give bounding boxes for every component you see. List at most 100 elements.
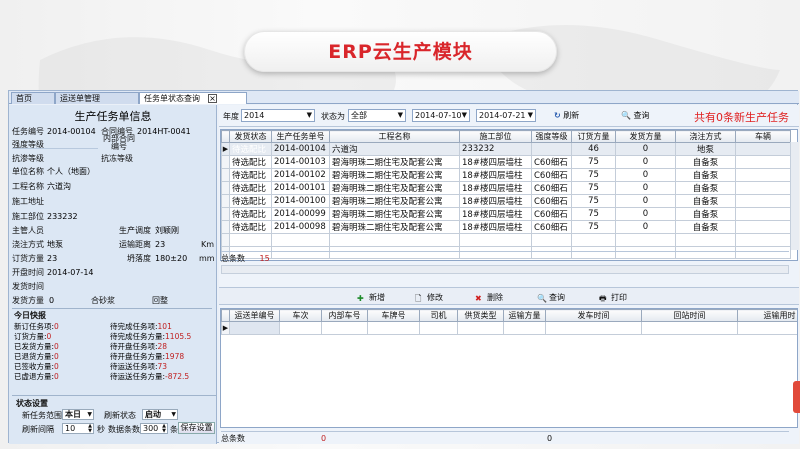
table-cell[interactable]: 2014-00099 (271, 207, 330, 221)
tab-home[interactable]: 首页 (11, 92, 55, 104)
column-header[interactable]: 发货方量 (615, 130, 676, 143)
table-cell[interactable]: 待选配比 (229, 155, 272, 169)
table-cell[interactable]: 75 (571, 181, 616, 195)
edit-button[interactable]: 🗋 修改 (415, 292, 443, 303)
spinner-arrows-icon[interactable]: ▲ ▼ (88, 424, 92, 434)
table-cell[interactable]: 待选配比 (229, 168, 272, 182)
table-cell[interactable] (545, 321, 642, 335)
table-cell[interactable] (271, 233, 330, 247)
table-cell[interactable]: 碧海明珠二期住宅及配套公寓 (329, 207, 460, 221)
table-cell[interactable] (457, 321, 504, 335)
table-cell[interactable]: 18#楼四层墙柱 (459, 194, 532, 208)
table-cell[interactable]: 46 (571, 142, 616, 156)
status-select[interactable]: 全部 ▼ (348, 109, 406, 122)
column-header[interactable]: 回站时间 (641, 309, 738, 322)
table-row[interactable]: 待选配比 2014-00098 碧海明珠二期住宅及配套公寓 18#楼四层墙柱 C60细石… (221, 220, 791, 234)
table-cell[interactable]: C60细石 (531, 181, 572, 195)
task-table-vertical-scrollbar[interactable] (790, 142, 799, 250)
table-cell[interactable]: 0 (615, 181, 676, 195)
table-cell[interactable] (641, 321, 738, 335)
table-cell[interactable]: 自备泵 (675, 181, 736, 195)
column-header[interactable]: 强度等级 (531, 130, 572, 143)
print-button[interactable]: 🖶 打印 (599, 292, 627, 303)
task-table-horizontal-scrollbar[interactable] (221, 265, 789, 274)
table-cell[interactable]: 2014-00104 (271, 142, 330, 156)
table-cell[interactable]: 自备泵 (675, 207, 736, 221)
table-cell[interactable] (419, 321, 458, 335)
table-cell[interactable] (531, 233, 572, 247)
range-select[interactable]: 本日 ▼ (62, 409, 94, 420)
column-header[interactable]: 发货状态 (229, 130, 272, 143)
table-cell[interactable]: 0 (615, 142, 676, 156)
table-cell[interactable] (735, 142, 791, 156)
count-spinner[interactable]: 300 ▲ ▼ (140, 423, 168, 434)
shipment-query-button[interactable]: 🔍 查询 (537, 292, 565, 303)
table-cell[interactable]: 待选配比 (229, 194, 272, 208)
table-cell[interactable]: 75 (571, 207, 616, 221)
table-cell[interactable]: 0 (615, 220, 676, 234)
table-row[interactable]: 待选配比 2014-00101 碧海明珠二期住宅及配套公寓 18#楼四层墙柱 C60细石… (221, 181, 791, 195)
table-cell[interactable]: C60细石 (531, 194, 572, 208)
column-header[interactable]: 车牌号 (367, 309, 420, 322)
column-header[interactable]: 供货类型 (457, 309, 504, 322)
table-row[interactable]: 待选配比 2014-00099 碧海明珠二期住宅及配套公寓 18#楼四层墙柱 C60细石… (221, 207, 791, 221)
table-cell[interactable]: C60细石 (531, 207, 572, 221)
column-header[interactable]: 施工部位 (459, 130, 532, 143)
column-header[interactable]: 车辆 (735, 130, 791, 143)
table-cell[interactable]: 18#楼四层墙柱 (459, 168, 532, 182)
table-cell[interactable] (615, 233, 676, 247)
table-cell[interactable] (737, 321, 797, 335)
table-cell[interactable]: 233232 (459, 142, 532, 156)
table-row[interactable]: 待选配比 2014-00103 碧海明珠二期住宅及配套公寓 18#楼四层墙柱 C60细石… (221, 155, 791, 169)
table-cell[interactable]: 75 (571, 168, 616, 182)
column-header[interactable]: 运送单编号 (229, 309, 280, 322)
table-cell[interactable] (459, 233, 532, 247)
table-cell[interactable]: 待选配比 (229, 181, 272, 195)
add-button[interactable]: ✚ 新增 (357, 292, 385, 303)
table-cell[interactable]: 碧海明珠二期住宅及配套公寓 (329, 220, 460, 234)
column-header[interactable]: 内部车号 (321, 309, 368, 322)
table-cell[interactable]: 2014-00098 (271, 220, 330, 234)
table-cell[interactable]: 18#楼四层墙柱 (459, 220, 532, 234)
table-cell[interactable]: 地泵 (675, 142, 736, 156)
table-cell[interactable]: 碧海明珠二期住宅及配套公寓 (329, 168, 460, 182)
save-settings-button[interactable]: 保存设置 (178, 422, 215, 434)
date-from-picker[interactable]: 2014-07-10 ▼ (412, 109, 470, 122)
column-header[interactable]: 工程名称 (329, 130, 460, 143)
table-cell[interactable]: 2014-00101 (271, 181, 330, 195)
side-handle[interactable] (793, 381, 800, 413)
table-cell[interactable] (735, 168, 791, 182)
delete-button[interactable]: ✖ 删除 (475, 292, 503, 303)
table-cell[interactable] (503, 321, 546, 335)
column-header[interactable]: 车次 (279, 309, 322, 322)
table-cell[interactable]: 75 (571, 220, 616, 234)
table-row[interactable]: ▶ (221, 321, 797, 335)
table-cell[interactable]: C60细石 (531, 168, 572, 182)
refresh-button[interactable]: ↻ 刷新 (554, 110, 579, 121)
table-cell[interactable]: C60细石 (531, 220, 572, 234)
table-cell[interactable] (735, 155, 791, 169)
column-header[interactable]: 发车时间 (545, 309, 642, 322)
table-cell[interactable]: 待选配比 (229, 142, 272, 156)
table-cell[interactable]: 2014-00102 (271, 168, 330, 182)
table-row[interactable]: 待选配比 2014-00100 碧海明珠二期住宅及配套公寓 18#楼四层墙柱 C60细石… (221, 194, 791, 208)
year-select[interactable]: 2014 ▼ (241, 109, 315, 122)
table-row[interactable] (221, 233, 791, 247)
table-cell[interactable]: 碧海明珠二期住宅及配套公寓 (329, 194, 460, 208)
refresh-state-select[interactable]: 启动 ▼ (142, 409, 178, 420)
table-cell[interactable] (229, 321, 280, 335)
table-row[interactable]: 待选配比 2014-00102 碧海明珠二期住宅及配套公寓 18#楼四层墙柱 C60细石… (221, 168, 791, 182)
column-header[interactable]: 司机 (419, 309, 458, 322)
query-button[interactable]: 🔍 查询 (621, 110, 650, 121)
table-cell[interactable]: 0 (615, 155, 676, 169)
table-cell[interactable]: 75 (571, 155, 616, 169)
table-cell[interactable]: 75 (571, 194, 616, 208)
table-cell[interactable] (735, 233, 791, 247)
table-cell[interactable]: 待选配比 (229, 207, 272, 221)
table-cell[interactable]: 自备泵 (675, 155, 736, 169)
table-cell[interactable] (735, 181, 791, 195)
table-cell[interactable]: 待选配比 (229, 220, 272, 234)
spinner-arrows-icon[interactable]: ▲ ▼ (162, 424, 166, 434)
table-cell[interactable]: 碧海明珠二期住宅及配套公寓 (329, 155, 460, 169)
table-cell[interactable]: 六道沟 (329, 142, 460, 156)
